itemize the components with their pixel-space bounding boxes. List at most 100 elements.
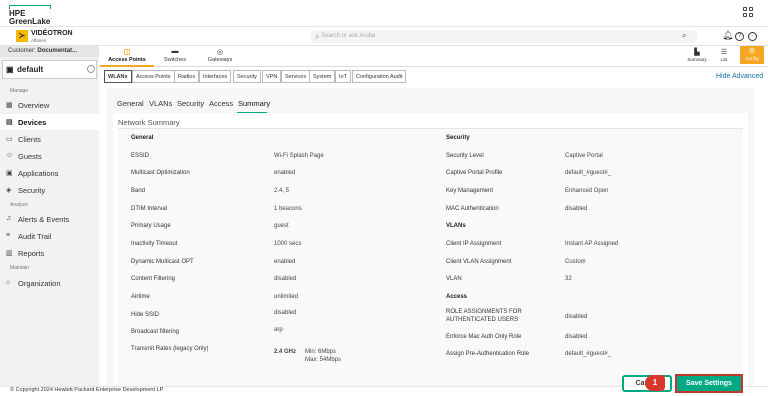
subtab-security[interactable]: Security bbox=[233, 70, 261, 83]
row-label: Key Management bbox=[446, 188, 494, 194]
vlans-header: VLANs bbox=[446, 223, 466, 229]
row-value: Wi-Fi Splash Page bbox=[274, 153, 324, 159]
row-value: 2.4 GHz bbox=[274, 349, 297, 355]
row-value: unlimited bbox=[274, 294, 299, 300]
devices-icon: ▤ bbox=[6, 119, 13, 126]
row-label: Security Level bbox=[446, 153, 484, 159]
nav-item-applications[interactable]: ▣ Applications bbox=[0, 165, 99, 181]
applications-icon: ▣ bbox=[6, 170, 13, 177]
security-header: Security bbox=[446, 135, 470, 141]
search-icon: ⌕ bbox=[315, 32, 320, 41]
row-value: guest bbox=[274, 223, 289, 229]
top-bar bbox=[0, 0, 768, 27]
hpe-greenlake-logo[interactable]: HPE GreenLake bbox=[9, 5, 51, 26]
nav-item-clients[interactable]: ▭ Clients bbox=[0, 131, 99, 147]
rate-min: Min: 6Mbps bbox=[305, 349, 337, 355]
subtab-vpn[interactable]: VPN bbox=[262, 70, 282, 83]
subtab-access-points[interactable]: Access Points bbox=[132, 70, 175, 83]
row-label: Client IP Assignment bbox=[446, 241, 502, 247]
nav-item-guests[interactable]: ☺ Guests bbox=[0, 148, 99, 164]
nav-item-devices[interactable]: ▤ Devices bbox=[0, 114, 99, 130]
row-value: Custom bbox=[565, 259, 586, 265]
summary-view-button[interactable]: ▙ Summary bbox=[685, 48, 709, 62]
nav-section-analyze: Analyze bbox=[10, 202, 28, 208]
row-label: Transmit Rates (legacy Only) bbox=[131, 346, 209, 352]
tab-summary[interactable]: Summary bbox=[238, 99, 270, 108]
search-input[interactable]: Search or ask Aruba bbox=[321, 33, 375, 39]
subtab-services[interactable]: Services bbox=[281, 70, 311, 83]
nav-item-organization[interactable]: ⌂ Organization bbox=[0, 275, 99, 291]
row-label: Content Filtering bbox=[131, 276, 176, 282]
nav-item-audit-trail[interactable]: ≡ Audit Trail bbox=[0, 228, 99, 244]
row-value: arp bbox=[274, 327, 283, 333]
nav-item-security[interactable]: ◈ Security bbox=[0, 182, 99, 198]
gateway-icon: ◎ bbox=[216, 49, 224, 56]
row-label: DTIM Interval bbox=[131, 206, 168, 212]
tab-security[interactable]: Security bbox=[177, 99, 204, 108]
summary-icon: ▙ bbox=[694, 49, 700, 56]
row-value: enabled bbox=[274, 259, 296, 265]
row-label: ROLE ASSIGNMENTS FOR AUTHENTICATED USERS bbox=[446, 309, 522, 323]
save-settings-button[interactable]: Save Settings bbox=[675, 374, 743, 393]
nav-item-reports[interactable]: ▥ Reports bbox=[0, 245, 99, 261]
rate-max: Max: 54Mbps bbox=[305, 357, 342, 363]
row-label: Client VLAN Assignment bbox=[446, 259, 512, 265]
row-label: Broadcast filtering bbox=[131, 329, 180, 335]
tab-access[interactable]: Access bbox=[209, 99, 233, 108]
shield-icon: ◈ bbox=[6, 187, 12, 194]
clients-icon: ▭ bbox=[6, 136, 13, 143]
general-header: General bbox=[131, 135, 154, 141]
row-label: Dynamic Multicast OPT bbox=[131, 259, 194, 265]
config-view-button[interactable]: ⚙ Config bbox=[740, 46, 764, 64]
nav-item-alerts-events[interactable]: ♫ Alerts & Events bbox=[0, 211, 99, 227]
app-grid-icon[interactable] bbox=[743, 7, 755, 19]
subtab-configuration-audit[interactable]: Configuration Audit bbox=[352, 70, 407, 83]
row-label: Captive Portal Profile bbox=[446, 170, 503, 176]
row-value: disabled bbox=[565, 314, 588, 320]
row-value: default_#guest#_ bbox=[565, 170, 612, 176]
row-value: 1 beacons bbox=[274, 206, 302, 212]
summary-table bbox=[118, 128, 743, 386]
list-icon: ☰ bbox=[720, 49, 728, 56]
step-marker-badge: 1 bbox=[645, 375, 665, 391]
search-bar[interactable]: ⌕ Search or ask Aruba ⌕ bbox=[310, 30, 698, 43]
row-value: Captive Portal bbox=[565, 153, 603, 159]
row-value: enabled bbox=[274, 170, 296, 176]
bell-icon[interactable]: 🔔︎ bbox=[722, 31, 733, 41]
row-label: Enforce Mac Auth Only Role bbox=[446, 334, 522, 340]
subtab-system[interactable]: System bbox=[309, 70, 336, 83]
copyright-text: © Copyright 2024 Hewlett Packard Enterpr… bbox=[10, 387, 164, 393]
report-icon: ▥ bbox=[6, 250, 13, 257]
row-value: Instant AP Assigned bbox=[565, 241, 619, 247]
user-icon[interactable]: ◦ bbox=[748, 32, 757, 41]
tenant-name: VIDÉOTRON bbox=[31, 30, 73, 37]
network-summary-title: Network Summary bbox=[118, 118, 180, 127]
hide-advanced-link[interactable]: Hide Advanced bbox=[716, 73, 763, 80]
tab-general[interactable]: General bbox=[117, 99, 144, 108]
gear-icon: ⚙ bbox=[748, 48, 756, 55]
subtab-radios[interactable]: Radios bbox=[174, 70, 200, 83]
row-label: ESSID bbox=[131, 153, 150, 159]
row-value: Enhanced Open bbox=[565, 188, 609, 194]
access-header: Access bbox=[446, 294, 468, 300]
ai-search-icon[interactable]: ⌕ bbox=[682, 31, 686, 41]
subtab-wlans[interactable]: WLANs bbox=[104, 70, 132, 83]
list-view-button[interactable]: ☰ List bbox=[712, 48, 736, 62]
guests-icon: ☺ bbox=[6, 152, 14, 159]
nav-item-overview[interactable]: ▦ Overview bbox=[0, 97, 99, 113]
group-selector[interactable]: ▣ default bbox=[2, 60, 97, 79]
row-value: disabled bbox=[274, 276, 297, 282]
row-label: MAC Authentication bbox=[446, 206, 499, 212]
tab-vlans[interactable]: VLANs bbox=[149, 99, 172, 108]
subtab-interfaces[interactable]: Interfaces bbox=[199, 70, 232, 83]
customer-selector[interactable]: Customer: Documentat... bbox=[0, 46, 99, 57]
nav-section-maintain: Maintain bbox=[10, 265, 29, 271]
subtab-iot[interactable]: IoT bbox=[335, 70, 351, 83]
row-label: Hide SSID bbox=[131, 312, 160, 318]
row-label: Assign Pre-Authentication Role bbox=[446, 351, 530, 357]
tenant-sub: Affaires bbox=[31, 38, 47, 43]
overview-icon: ▦ bbox=[6, 102, 13, 109]
tab-gateways[interactable]: ◎ Gateways bbox=[192, 48, 248, 63]
row-label: Multicast Optimization bbox=[131, 170, 190, 176]
help-icon[interactable]: ? bbox=[735, 32, 744, 41]
